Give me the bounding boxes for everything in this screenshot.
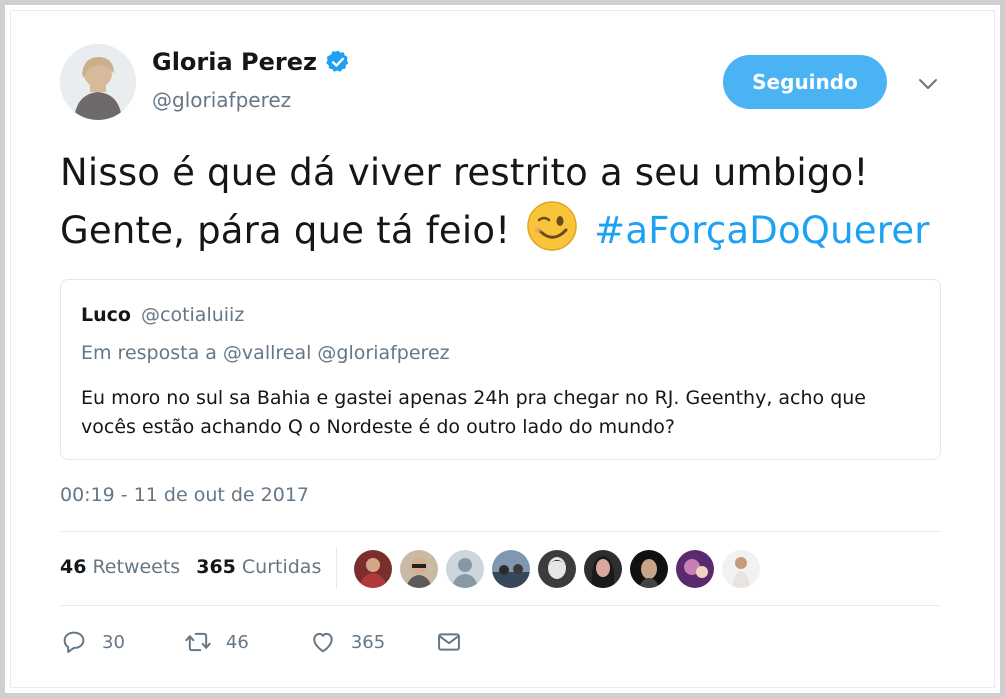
quoted-author-handle: @cotialuiiz xyxy=(141,304,245,326)
liker-avatar[interactable] xyxy=(538,550,576,588)
tweet-text-line-2: Gente, pára que tá feio! #aForçaDoQuerer xyxy=(60,200,960,258)
liker-avatar[interactable] xyxy=(722,550,760,588)
following-button[interactable]: Seguindo xyxy=(723,55,887,109)
retweets-stat[interactable]: 46 Retweets xyxy=(60,556,180,578)
tweet-text: Nisso é que dá viver restrito a seu umbi… xyxy=(60,146,960,258)
divider xyxy=(60,605,941,606)
liker-avatar[interactable] xyxy=(492,550,530,588)
liker-avatar[interactable] xyxy=(630,550,668,588)
stats-separator xyxy=(336,547,337,589)
tweet-actions: 30 46 365 xyxy=(60,624,463,660)
envelope-icon xyxy=(438,633,461,651)
liker-avatar-image xyxy=(591,556,615,588)
retweet-action[interactable]: 46 xyxy=(184,628,249,656)
like-count: 365 xyxy=(350,631,386,653)
chevron-down-icon[interactable] xyxy=(916,74,940,94)
winking-face-emoji-icon xyxy=(527,201,577,251)
liker-avatar-image xyxy=(492,564,530,588)
like-action[interactable]: 365 xyxy=(309,628,385,656)
tweet-text-line-1: Nisso é que dá viver restrito a seu umbi… xyxy=(60,151,869,194)
liker-avatar[interactable] xyxy=(354,550,392,588)
heart-icon xyxy=(313,632,333,653)
retweets-stat-label: Retweets xyxy=(92,556,181,578)
retweet-icon xyxy=(185,632,211,652)
liker-avatar-image xyxy=(359,558,387,588)
liker-avatar[interactable] xyxy=(676,550,714,588)
author-handle[interactable]: @gloriafperez xyxy=(152,88,291,112)
quoted-tweet-text: Eu moro no sul sa Bahia e gastei apenas … xyxy=(81,384,921,442)
reply-icon xyxy=(63,631,85,653)
liker-avatar[interactable] xyxy=(400,550,438,588)
divider xyxy=(60,531,941,532)
tweet-timestamp[interactable]: 00:19 - 11 de out de 2017 xyxy=(60,484,309,506)
liker-avatar[interactable] xyxy=(446,550,484,588)
author-name[interactable]: Gloria Perez xyxy=(152,48,351,76)
liker-avatar[interactable] xyxy=(584,550,622,588)
retweets-stat-count: 46 xyxy=(60,556,87,578)
liker-avatar-image xyxy=(548,557,566,579)
reply-count: 30 xyxy=(102,631,125,653)
tweet-stats: 46 Retweets 365 Curtidas xyxy=(60,556,321,578)
reply-action[interactable]: 30 xyxy=(60,628,125,656)
quoted-tweet-text-line-1: Eu moro no sul sa Bahia e gastei apenas … xyxy=(81,387,866,409)
likes-stat-count: 365 xyxy=(196,556,236,578)
default-avatar-icon xyxy=(452,558,478,588)
quoted-reply-context: Em resposta a @vallreal @gloriafperez xyxy=(81,342,450,364)
liker-avatar-image xyxy=(406,558,432,588)
retweet-count: 46 xyxy=(225,631,249,653)
likes-stat[interactable]: 365 Curtidas xyxy=(196,556,321,578)
liker-avatar-image xyxy=(732,557,750,588)
quoted-author-name: Luco xyxy=(81,304,131,326)
quoted-tweet[interactable]: Luco @cotialuiiz Em resposta a @vallreal… xyxy=(60,279,941,460)
likes-stat-label: Curtidas xyxy=(241,556,322,578)
quoted-tweet-text-line-2: vocês estão achando Q o Nordeste é do ou… xyxy=(81,416,675,438)
author-avatar-image xyxy=(60,44,136,120)
tweet-text-line-2-text: Gente, pára que tá feio! xyxy=(60,209,511,252)
verified-badge-icon xyxy=(326,50,349,72)
author-name-text[interactable]: Gloria Perez xyxy=(152,48,317,76)
liker-avatar-image xyxy=(639,559,659,588)
likers-avatars xyxy=(354,550,768,588)
direct-message-action[interactable] xyxy=(435,628,463,656)
liker-avatar-image xyxy=(684,559,708,578)
hashtag-link[interactable]: #aForçaDoQuerer xyxy=(594,209,930,252)
quoted-tweet-header: Luco @cotialuiiz xyxy=(81,304,244,326)
author-avatar[interactable] xyxy=(60,44,136,120)
